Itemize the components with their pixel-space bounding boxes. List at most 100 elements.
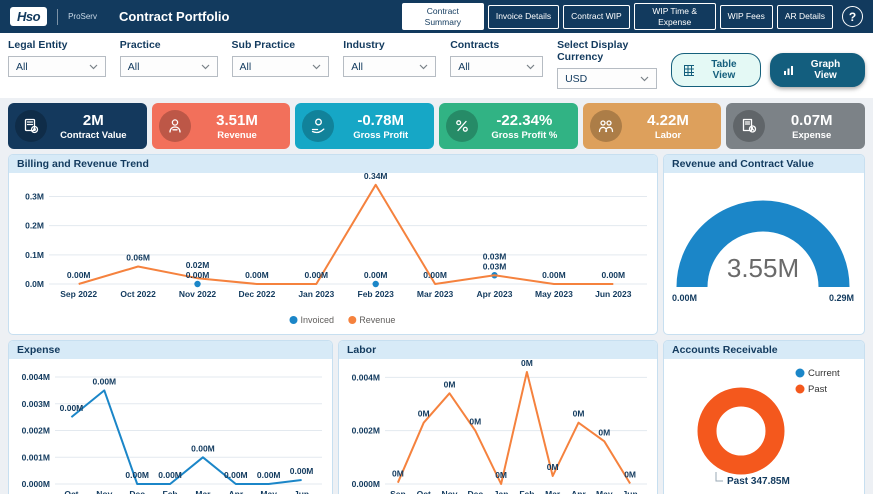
- chevron-down-icon: [201, 64, 210, 70]
- contract-portfolio-dashboard: Hso ProServ Contract Portfolio Contract …: [0, 0, 873, 494]
- percent-icon: [446, 110, 478, 142]
- filter-display-currency: Select Display Currency USD: [557, 39, 657, 89]
- filter-label: Legal Entity: [8, 39, 106, 51]
- billing-revenue-trend-chart[interactable]: 0.0M0.1M0.2M0.3MSep 2022Oct 2022Nov 2022…: [9, 173, 657, 329]
- legal-entity-dropdown[interactable]: All: [8, 56, 106, 77]
- svg-text:Sep 2022: Sep 2022: [60, 289, 97, 299]
- svg-text:0M: 0M: [392, 469, 404, 479]
- svg-text:0.06M: 0.06M: [126, 253, 150, 263]
- chart-title: Labor: [339, 341, 657, 359]
- labor-trend-chart[interactable]: 0.000M0.002M0.004MSep2022Oct2022Nov2022D…: [339, 359, 657, 494]
- tab-wip-fees[interactable]: WIP Fees: [720, 5, 773, 29]
- accounts-receivable-donut[interactable]: CurrentPastPast 347.85M: [664, 359, 862, 494]
- kpi-label: Expense: [765, 130, 858, 141]
- svg-text:0.00M: 0.00M: [125, 470, 149, 480]
- svg-text:0.03M: 0.03M: [483, 251, 507, 261]
- expense-icon: [733, 110, 765, 142]
- industry-dropdown[interactable]: All: [343, 56, 436, 77]
- filter-legal-entity: Legal Entity All: [8, 39, 106, 89]
- sub-practice-dropdown[interactable]: All: [232, 56, 330, 77]
- svg-text:0.29M: 0.29M: [829, 293, 854, 303]
- svg-text:Past: Past: [808, 384, 827, 395]
- revenue-contract-value-gauge[interactable]: 3.55M0.00M0.29M: [664, 173, 862, 326]
- kpi-value: 0.07M: [765, 112, 858, 129]
- hso-logo: Hso: [10, 7, 47, 26]
- revenue-contract-value-card: Revenue and Contract Value 3.55M0.00M0.2…: [663, 154, 865, 335]
- help-button[interactable]: ?: [842, 6, 863, 27]
- svg-text:0.00M: 0.00M: [601, 270, 625, 280]
- accounts-receivable-card: Accounts Receivable CurrentPastPast 347.…: [663, 340, 865, 494]
- filter-sub-practice: Sub Practice All: [232, 39, 330, 89]
- page-title: Contract Portfolio: [119, 9, 230, 24]
- filter-contracts: Contracts All: [450, 39, 543, 89]
- kpi-card-contract-value: 2MContract Value: [8, 103, 147, 149]
- svg-text:0M: 0M: [598, 427, 610, 437]
- svg-text:0.000M: 0.000M: [22, 479, 50, 489]
- svg-text:0.002M: 0.002M: [22, 426, 50, 436]
- tab-contract-wip[interactable]: Contract WIP: [563, 5, 630, 29]
- app-header: Hso ProServ Contract Portfolio Contract …: [0, 0, 873, 33]
- gross-profit-icon: [302, 110, 334, 142]
- svg-text:0M: 0M: [573, 409, 585, 419]
- kpi-row: 2MContract Value 3.51MRevenue -0.78MGros…: [8, 103, 865, 149]
- svg-text:0.002M: 0.002M: [352, 426, 380, 436]
- svg-text:0.003M: 0.003M: [22, 399, 50, 409]
- graph-view-button[interactable]: Graph View: [770, 53, 865, 87]
- svg-text:0.00M: 0.00M: [364, 270, 388, 280]
- kpi-card-gross-profit: -0.78MGross Profit: [295, 103, 434, 149]
- table-view-button[interactable]: Table View: [671, 53, 762, 87]
- svg-text:0.0M: 0.0M: [25, 279, 44, 289]
- svg-text:0M: 0M: [521, 359, 533, 368]
- tab-contract-summary[interactable]: Contract Summary: [402, 3, 484, 29]
- practice-dropdown[interactable]: All: [120, 56, 218, 77]
- svg-text:0.00M: 0.00M: [423, 270, 447, 280]
- svg-text:0.02M: 0.02M: [186, 260, 210, 270]
- svg-text:0.00M: 0.00M: [245, 270, 269, 280]
- kpi-value: 2M: [47, 112, 140, 129]
- tab-invoice-details[interactable]: Invoice Details: [488, 5, 559, 29]
- chevron-down-icon: [89, 64, 98, 70]
- contracts-dropdown[interactable]: All: [450, 56, 543, 77]
- svg-text:Oct2022: Oct2022: [62, 489, 81, 494]
- product-name: ProServ: [68, 12, 97, 21]
- svg-text:Past 347.85M: Past 347.85M: [727, 476, 790, 487]
- svg-text:Jan 2023: Jan 2023: [298, 289, 334, 299]
- contract-icon: [15, 110, 47, 142]
- chevron-down-icon: [526, 64, 535, 70]
- svg-text:0.00M: 0.00M: [67, 270, 91, 280]
- display-currency-dropdown[interactable]: USD: [557, 68, 657, 89]
- svg-text:3.55M: 3.55M: [727, 253, 799, 283]
- kpi-label: Gross Profit: [334, 130, 427, 141]
- question-mark-icon: ?: [849, 10, 856, 24]
- filter-label: Select Display Currency: [557, 39, 657, 63]
- svg-text:0.004M: 0.004M: [352, 372, 380, 382]
- billing-revenue-trend-card: Billing and Revenue Trend 0.0M0.1M0.2M0.…: [8, 154, 658, 335]
- filter-label: Practice: [120, 39, 218, 51]
- expense-trend-chart[interactable]: 0.000M0.001M0.002M0.003M0.004MOct2022Nov…: [9, 359, 332, 494]
- svg-text:0M: 0M: [469, 417, 481, 427]
- kpi-label: Contract Value: [47, 130, 140, 141]
- svg-text:0.00M: 0.00M: [224, 470, 248, 480]
- svg-text:0M: 0M: [418, 409, 430, 419]
- svg-text:Nov 2022: Nov 2022: [179, 289, 217, 299]
- filter-industry: Industry All: [343, 39, 436, 89]
- kpi-label: Labor: [622, 130, 715, 141]
- chevron-down-icon: [312, 64, 321, 70]
- filter-label: Industry: [343, 39, 436, 51]
- kpi-value: -22.34%: [478, 112, 571, 129]
- chart-title: Revenue and Contract Value: [664, 155, 864, 173]
- svg-text:May2023: May2023: [595, 489, 614, 494]
- svg-text:0.00M: 0.00M: [93, 376, 117, 386]
- svg-text:0.00M: 0.00M: [191, 443, 215, 453]
- kpi-label: Gross Profit %: [478, 130, 571, 141]
- tab-wip-time-expense[interactable]: WIP Time & Expense: [634, 3, 716, 29]
- svg-text:0.1M: 0.1M: [25, 250, 44, 260]
- svg-text:Dec2022: Dec2022: [128, 489, 147, 494]
- tab-ar-details[interactable]: AR Details: [777, 5, 833, 29]
- svg-text:0.3M: 0.3M: [25, 192, 44, 202]
- svg-text:Mar2023: Mar2023: [193, 489, 212, 494]
- charts-row-2: Expense 0.000M0.001M0.002M0.003M0.004MOc…: [8, 340, 865, 494]
- chevron-down-icon: [419, 64, 428, 70]
- svg-text:0M: 0M: [495, 470, 507, 480]
- filter-practice: Practice All: [120, 39, 218, 89]
